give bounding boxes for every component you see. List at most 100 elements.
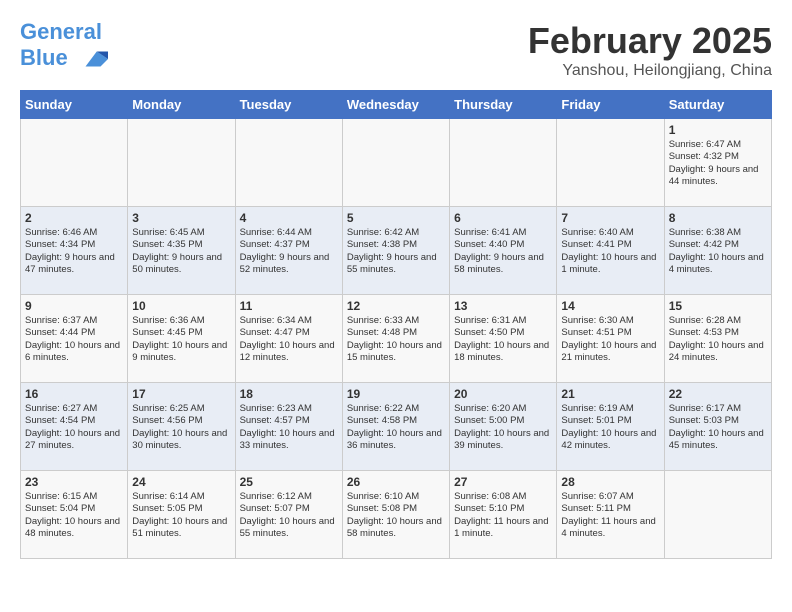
day-number: 28 <box>561 475 659 489</box>
day-number: 7 <box>561 211 659 225</box>
calendar-cell: 25Sunrise: 6:12 AM Sunset: 5:07 PM Dayli… <box>235 471 342 559</box>
day-info: Sunrise: 6:37 AM Sunset: 4:44 PM Dayligh… <box>25 315 123 364</box>
calendar-cell: 17 Sunrise: 6:25 AM Sunset: 4:56 PM Dayli… <box>128 383 235 471</box>
day-info: Sunrise: 6:15 AM Sunset: 5:04 PM Dayligh… <box>25 491 123 540</box>
calendar-cell <box>450 119 557 207</box>
calendar-cell: 21Sunrise: 6:19 AM Sunset: 5:01 PM Dayli… <box>557 383 664 471</box>
header-sunday: Sunday <box>21 91 128 119</box>
day-number: 20 <box>454 387 552 401</box>
day-info: Sunrise: 6:28 AM Sunset: 4:53 PM Dayligh… <box>669 315 767 364</box>
header-friday: Friday <box>557 91 664 119</box>
day-info: Sunrise: 6:12 AM Sunset: 5:07 PM Dayligh… <box>240 491 338 540</box>
day-number: 2 <box>25 211 123 225</box>
header-thursday: Thursday <box>450 91 557 119</box>
day-info: Sunrise: 6:19 AM Sunset: 5:01 PM Dayligh… <box>561 403 659 452</box>
day-info: Sunrise: 6:36 AM Sunset: 4:45 PM Dayligh… <box>132 315 230 364</box>
calendar-cell <box>557 119 664 207</box>
day-info: Sunrise: 6:47 AM Sunset: 4:32 PM Dayligh… <box>669 139 767 188</box>
calendar-cell: 4 Sunrise: 6:44 AM Sunset: 4:37 PM Daylig… <box>235 207 342 295</box>
day-info: Sunrise: 6:20 AM Sunset: 5:00 PM Dayligh… <box>454 403 552 452</box>
calendar-cell: 2 Sunrise: 6:46 AM Sunset: 4:34 PM Daylig… <box>21 207 128 295</box>
day-info: Sunrise: 6:17 AM Sunset: 5:03 PM Dayligh… <box>669 403 767 452</box>
calendar-cell <box>128 119 235 207</box>
calendar-cell: 22 Sunrise: 6:17 AM Sunset: 5:03 PM Dayli… <box>664 383 771 471</box>
calendar-cell: 11 Sunrise: 6:34 AM Sunset: 4:47 PM Dayli… <box>235 295 342 383</box>
header-wednesday: Wednesday <box>342 91 449 119</box>
calendar-table: Sunday Monday Tuesday Wednesday Thursday… <box>20 90 772 559</box>
calendar-cell: 6Sunrise: 6:41 AM Sunset: 4:40 PM Daylig… <box>450 207 557 295</box>
logo-icon <box>78 44 108 74</box>
calendar-cell: 9 Sunrise: 6:37 AM Sunset: 4:44 PM Daylig… <box>21 295 128 383</box>
calendar-week-0: 1 Sunrise: 6:47 AM Sunset: 4:32 PM Daylig… <box>21 119 772 207</box>
calendar-title: February 2025 <box>528 20 772 62</box>
day-number: 1 <box>669 123 767 137</box>
day-number: 4 <box>240 211 338 225</box>
calendar-cell: 13Sunrise: 6:31 AM Sunset: 4:50 PM Dayli… <box>450 295 557 383</box>
calendar-cell: 23 Sunrise: 6:15 AM Sunset: 5:04 PM Dayli… <box>21 471 128 559</box>
day-info: Sunrise: 6:38 AM Sunset: 4:42 PM Dayligh… <box>669 227 767 276</box>
day-number: 9 <box>25 299 123 313</box>
day-number: 23 <box>25 475 123 489</box>
calendar-cell: 24 Sunrise: 6:14 AM Sunset: 5:05 PM Dayli… <box>128 471 235 559</box>
calendar-week-3: 16 Sunrise: 6:27 AM Sunset: 4:54 PM Dayli… <box>21 383 772 471</box>
day-number: 12 <box>347 299 445 313</box>
day-info: Sunrise: 6:10 AM Sunset: 5:08 PM Dayligh… <box>347 491 445 540</box>
day-number: 11 <box>240 299 338 313</box>
day-info: Sunrise: 6:25 AM Sunset: 4:56 PM Dayligh… <box>132 403 230 452</box>
calendar-week-4: 23 Sunrise: 6:15 AM Sunset: 5:04 PM Dayli… <box>21 471 772 559</box>
title-section: February 2025 Yanshou, Heilongjiang, Chi… <box>528 20 772 80</box>
day-info: Sunrise: 6:23 AM Sunset: 4:57 PM Dayligh… <box>240 403 338 452</box>
calendar-cell: 8 Sunrise: 6:38 AM Sunset: 4:42 PM Daylig… <box>664 207 771 295</box>
calendar-cell: 1 Sunrise: 6:47 AM Sunset: 4:32 PM Daylig… <box>664 119 771 207</box>
logo-text2: Blue <box>20 44 108 74</box>
day-number: 3 <box>132 211 230 225</box>
day-info: Sunrise: 6:46 AM Sunset: 4:34 PM Dayligh… <box>25 227 123 276</box>
day-info: Sunrise: 6:34 AM Sunset: 4:47 PM Dayligh… <box>240 315 338 364</box>
calendar-cell: 28 Sunrise: 6:07 AM Sunset: 5:11 PM Dayli… <box>557 471 664 559</box>
day-number: 18 <box>240 387 338 401</box>
calendar-cell: 14 Sunrise: 6:30 AM Sunset: 4:51 PM Dayli… <box>557 295 664 383</box>
day-info: Sunrise: 6:07 AM Sunset: 5:11 PM Dayligh… <box>561 491 659 540</box>
day-info: Sunrise: 6:27 AM Sunset: 4:54 PM Dayligh… <box>25 403 123 452</box>
calendar-cell: 12 Sunrise: 6:33 AM Sunset: 4:48 PM Dayli… <box>342 295 449 383</box>
calendar-cell: 20 Sunrise: 6:20 AM Sunset: 5:00 PM Dayli… <box>450 383 557 471</box>
day-info: Sunrise: 6:30 AM Sunset: 4:51 PM Dayligh… <box>561 315 659 364</box>
calendar-cell: 16 Sunrise: 6:27 AM Sunset: 4:54 PM Dayli… <box>21 383 128 471</box>
header-monday: Monday <box>128 91 235 119</box>
calendar-header: Sunday Monday Tuesday Wednesday Thursday… <box>21 91 772 119</box>
calendar-cell: 26 Sunrise: 6:10 AM Sunset: 5:08 PM Dayli… <box>342 471 449 559</box>
day-number: 14 <box>561 299 659 313</box>
calendar-week-2: 9 Sunrise: 6:37 AM Sunset: 4:44 PM Daylig… <box>21 295 772 383</box>
day-number: 5 <box>347 211 445 225</box>
day-number: 17 <box>132 387 230 401</box>
calendar-cell: 5 Sunrise: 6:42 AM Sunset: 4:38 PM Daylig… <box>342 207 449 295</box>
day-info: Sunrise: 6:08 AM Sunset: 5:10 PM Dayligh… <box>454 491 552 540</box>
day-number: 19 <box>347 387 445 401</box>
day-number: 15 <box>669 299 767 313</box>
day-number: 22 <box>669 387 767 401</box>
day-number: 10 <box>132 299 230 313</box>
day-number: 27 <box>454 475 552 489</box>
day-info: Sunrise: 6:41 AM Sunset: 4:40 PM Dayligh… <box>454 227 552 276</box>
day-info: Sunrise: 6:44 AM Sunset: 4:37 PM Dayligh… <box>240 227 338 276</box>
day-info: Sunrise: 6:40 AM Sunset: 4:41 PM Dayligh… <box>561 227 659 276</box>
calendar-cell <box>664 471 771 559</box>
day-info: Sunrise: 6:42 AM Sunset: 4:38 PM Dayligh… <box>347 227 445 276</box>
calendar-week-1: 2 Sunrise: 6:46 AM Sunset: 4:34 PM Daylig… <box>21 207 772 295</box>
calendar-cell <box>342 119 449 207</box>
logo: General Blue <box>20 20 108 74</box>
day-number: 24 <box>132 475 230 489</box>
day-number: 16 <box>25 387 123 401</box>
day-number: 8 <box>669 211 767 225</box>
calendar-cell: 7 Sunrise: 6:40 AM Sunset: 4:41 PM Daylig… <box>557 207 664 295</box>
calendar-body: 1 Sunrise: 6:47 AM Sunset: 4:32 PM Daylig… <box>21 119 772 559</box>
day-info: Sunrise: 6:45 AM Sunset: 4:35 PM Dayligh… <box>132 227 230 276</box>
day-info: Sunrise: 6:14 AM Sunset: 5:05 PM Dayligh… <box>132 491 230 540</box>
day-number: 26 <box>347 475 445 489</box>
calendar-subtitle: Yanshou, Heilongjiang, China <box>528 62 772 80</box>
day-info: Sunrise: 6:33 AM Sunset: 4:48 PM Dayligh… <box>347 315 445 364</box>
day-number: 13 <box>454 299 552 313</box>
weekday-row: Sunday Monday Tuesday Wednesday Thursday… <box>21 91 772 119</box>
header: General Blue February 2025 Yanshou, Heil… <box>20 20 772 80</box>
header-saturday: Saturday <box>664 91 771 119</box>
